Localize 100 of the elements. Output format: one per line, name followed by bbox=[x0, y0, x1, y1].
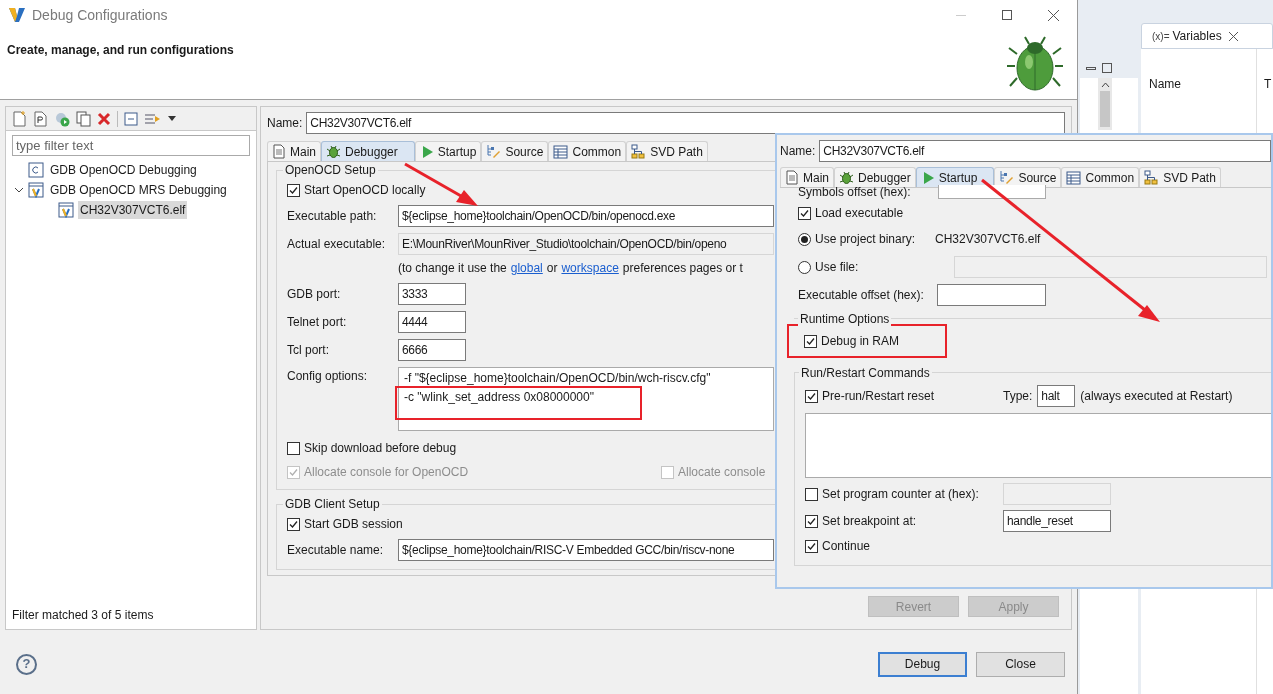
tab[interactable]: Debugger bbox=[321, 141, 415, 161]
checkbox[interactable] bbox=[805, 389, 818, 403]
hierarchy-icon bbox=[631, 144, 647, 159]
maximize-icon[interactable] bbox=[1102, 63, 1112, 73]
dialog-subtitle: Create, manage, and run configurations bbox=[6, 42, 234, 59]
checkbox[interactable] bbox=[804, 334, 817, 348]
delete-icon[interactable] bbox=[97, 111, 111, 126]
export-icon[interactable] bbox=[54, 110, 70, 127]
expand-caret-icon[interactable] bbox=[14, 185, 24, 195]
text-field[interactable]: halt bbox=[1037, 385, 1076, 407]
field-label: GDB port: bbox=[287, 286, 342, 303]
field-label: Telnet port: bbox=[287, 314, 348, 331]
filter-status: Filter matched 3 of 5 items bbox=[12, 607, 155, 624]
tab[interactable]: Main bbox=[267, 141, 321, 161]
scrollbar[interactable] bbox=[1098, 78, 1112, 130]
config-line: -c "wlink_set_address 0x08000000" bbox=[404, 389, 594, 406]
checkbox[interactable] bbox=[287, 183, 300, 197]
filter-field[interactable]: type filter text bbox=[12, 135, 250, 156]
tab[interactable]: Common bbox=[548, 141, 627, 161]
binary-name: CH32V307VCT6.elf bbox=[935, 231, 1041, 248]
field-label: Tcl port: bbox=[287, 342, 330, 359]
dropdown-caret-icon[interactable] bbox=[168, 116, 176, 121]
variables-icon: (x)= bbox=[1152, 28, 1170, 44]
name-label: Name: bbox=[780, 143, 816, 160]
hierarchy-icon bbox=[1144, 170, 1160, 185]
text-field[interactable]: ${eclipse_home}toolchain/RISC-V Embedded GCC/bin/riscv-none bbox=[398, 539, 774, 561]
field-label: Executable name: bbox=[287, 542, 385, 559]
minimize-icon[interactable] bbox=[1086, 66, 1096, 70]
config-type-icon bbox=[28, 182, 44, 198]
table-icon bbox=[553, 144, 569, 159]
close-icon[interactable] bbox=[1048, 9, 1059, 21]
checkbox-label: Start GDB session bbox=[304, 516, 403, 533]
variables-tab[interactable]: Variables bbox=[1172, 27, 1222, 45]
tab[interactable]: Startup bbox=[414, 141, 482, 161]
bug-icon bbox=[326, 144, 341, 159]
checkbox-label: Debug in RAM bbox=[821, 333, 900, 350]
checkbox-label: Set program counter at (hex): bbox=[822, 486, 979, 503]
help-button[interactable]: ? bbox=[16, 653, 37, 675]
config-line: -f "${eclipse_home}toolchain/OpenOCD/bin/wch-riscv.cfg" bbox=[404, 370, 711, 387]
checkbox-label: Skip download before debug bbox=[304, 440, 457, 457]
checkbox[interactable] bbox=[287, 517, 300, 531]
window-title: Debug Configurations bbox=[32, 5, 168, 25]
text-field[interactable]: E:\MounRiver\MounRiver_Studio\toolchain/OpenOCD/bin/openo bbox=[398, 233, 774, 255]
config-options-field[interactable]: -f "${eclipse_home}toolchain/OpenOCD/bin/wch-riscv.cfg" -c "wlink_set_address 0x08000000" bbox=[398, 367, 774, 431]
tab[interactable]: Debugger bbox=[834, 167, 916, 187]
text-field[interactable] bbox=[938, 185, 1046, 199]
dialog-button[interactable]: Close bbox=[976, 651, 1065, 677]
tab[interactable]: SVD Path bbox=[626, 141, 708, 161]
group-title: OpenOCD Setup bbox=[283, 162, 378, 178]
radio-label: Use file: bbox=[815, 259, 860, 276]
text-field[interactable]: 4444 bbox=[398, 311, 466, 333]
tab[interactable]: SVD Path bbox=[1139, 167, 1221, 187]
bug-icon bbox=[839, 170, 854, 185]
config-type-icon bbox=[58, 202, 74, 218]
page-icon bbox=[272, 144, 286, 159]
tree-item[interactable]: GDB OpenOCD MRS Debugging bbox=[48, 181, 229, 199]
text-field[interactable]: CH32V307VCT6.elf bbox=[819, 140, 1271, 162]
source-icon bbox=[999, 170, 1015, 185]
column-header: T bbox=[1263, 76, 1272, 93]
tab[interactable]: Source bbox=[994, 167, 1062, 187]
tab[interactable]: Common bbox=[1061, 167, 1140, 187]
radio-button[interactable] bbox=[798, 232, 811, 246]
tree-item[interactable]: GDB OpenOCD Debugging bbox=[48, 161, 199, 179]
checkbox-label: Load executable bbox=[815, 205, 904, 222]
dialog-button[interactable]: Debug bbox=[878, 651, 967, 677]
new-file-icon[interactable] bbox=[12, 110, 27, 127]
text-field[interactable]: 6666 bbox=[398, 339, 466, 361]
checkbox[interactable] bbox=[287, 441, 300, 455]
commands-field[interactable] bbox=[805, 413, 1271, 478]
checkbox-label: Allocate console bbox=[678, 464, 766, 481]
radio-button[interactable] bbox=[798, 260, 811, 274]
close-icon[interactable] bbox=[1228, 31, 1238, 41]
tree-item[interactable]: CH32V307VCT6.elf bbox=[78, 201, 188, 219]
checkbox-label: Start OpenOCD locally bbox=[304, 182, 426, 199]
field-label: Actual executable: bbox=[287, 236, 387, 253]
hint-text: (to change it use the bbox=[398, 260, 507, 277]
text-field[interactable] bbox=[937, 284, 1046, 306]
config-type-icon bbox=[28, 162, 44, 178]
checkbox[interactable] bbox=[798, 206, 811, 220]
duplicate-icon[interactable] bbox=[76, 110, 91, 127]
tab[interactable]: Main bbox=[780, 167, 834, 187]
new-prototype-icon[interactable] bbox=[33, 110, 48, 127]
preferences-link[interactable]: global bbox=[510, 259, 543, 277]
table-icon bbox=[1066, 170, 1082, 185]
text-field[interactable]: handle_reset bbox=[1003, 510, 1111, 532]
hint-text: preferences pages or t bbox=[622, 260, 743, 277]
checkbox[interactable] bbox=[805, 539, 818, 553]
tab[interactable]: Source bbox=[481, 141, 549, 161]
scroll-up-icon[interactable] bbox=[1100, 82, 1110, 88]
scrollbar-thumb[interactable] bbox=[1100, 91, 1110, 127]
source-icon bbox=[486, 144, 502, 159]
preferences-link[interactable]: workspace bbox=[561, 259, 619, 277]
checkbox-label: Set breakpoint at: bbox=[822, 513, 917, 530]
hint-text: or bbox=[546, 260, 558, 277]
checkbox[interactable] bbox=[805, 487, 818, 501]
checkbox[interactable] bbox=[805, 514, 818, 528]
text-field[interactable]: CH32V307VCT6.elf bbox=[306, 112, 1065, 134]
checkbox-label: Pre-run/Restart reset bbox=[822, 388, 935, 405]
text-field[interactable]: 3333 bbox=[398, 283, 466, 305]
text-field[interactable]: ${eclipse_home}toolchain/OpenOCD/bin/openocd.exe bbox=[398, 205, 774, 227]
